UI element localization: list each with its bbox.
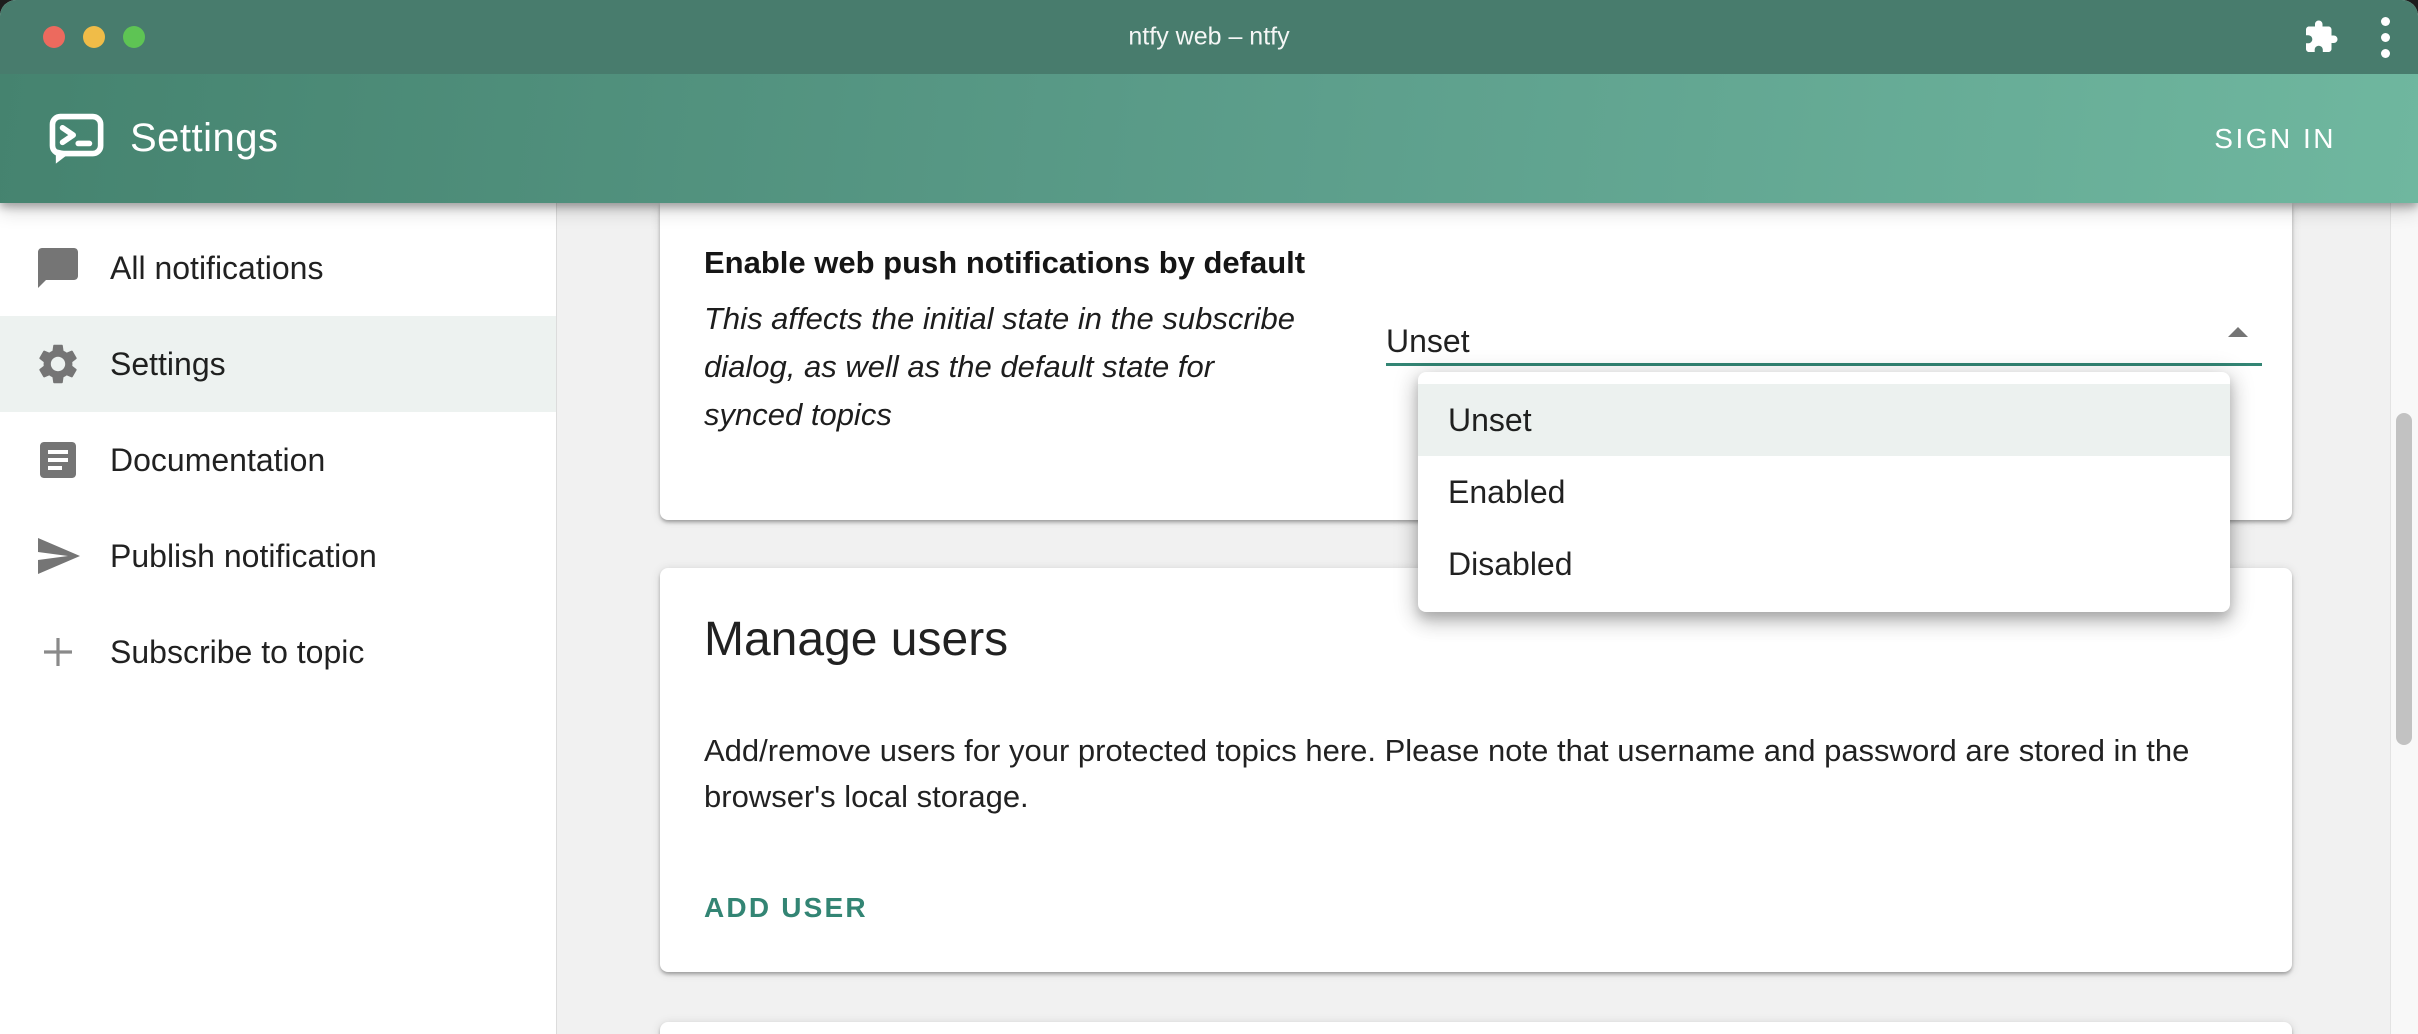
settings-content: Enable web push notifications by default… [558, 203, 2390, 1034]
sidebar-item-label: Subscribe to topic [110, 634, 364, 671]
sidebar-item-all-notifications[interactable]: All notifications [0, 220, 556, 316]
sidebar-item-publish-notification[interactable]: Publish notification [0, 508, 556, 604]
setting-description: This affects the initial state in the su… [704, 295, 1304, 439]
minimize-window-button[interactable] [83, 26, 105, 48]
sidebar-item-label: Publish notification [110, 538, 377, 575]
gear-icon [34, 340, 82, 388]
menu-option-disabled[interactable]: Disabled [1418, 528, 2230, 600]
next-card-partial [660, 1022, 2292, 1034]
window-title: ntfy web – ntfy [1128, 23, 1289, 52]
web-push-default-select[interactable]: Unset [1386, 307, 2262, 365]
select-dropdown-menu: Unset Enabled Disabled [1418, 372, 2230, 612]
traffic-lights [43, 26, 145, 48]
browser-menu-icon[interactable] [2377, 13, 2394, 62]
select-value: Unset [1386, 323, 1470, 360]
close-window-button[interactable] [43, 26, 65, 48]
zoom-window-button[interactable] [123, 26, 145, 48]
sidebar-item-subscribe-to-topic[interactable]: Subscribe to topic [0, 604, 556, 700]
sidebar-item-label: Settings [110, 346, 226, 383]
arrow-drop-up-icon [2214, 309, 2262, 357]
scrollbar-thumb[interactable] [2396, 413, 2412, 745]
sidebar-item-documentation[interactable]: Documentation [0, 412, 556, 508]
card-description: Add/remove users for your protected topi… [704, 728, 2249, 820]
ntfy-logo-icon [48, 111, 104, 167]
page-title: Settings [130, 116, 279, 161]
window-titlebar: ntfy web – ntfy [0, 0, 2418, 74]
article-icon [34, 436, 82, 484]
sidebar-item-label: Documentation [110, 442, 325, 479]
browser-window: ntfy web – ntfy Settings SIGN IN All not… [0, 0, 2418, 1034]
menu-option-enabled[interactable]: Enabled [1418, 456, 2230, 528]
card-title: Manage users [704, 612, 1008, 667]
plus-icon [34, 628, 82, 676]
setting-title: Enable web push notifications by default [704, 245, 1305, 281]
manage-users-card: Manage users Add/remove users for your p… [660, 568, 2292, 972]
extensions-puzzle-icon[interactable] [2303, 19, 2339, 55]
page-scrollbar[interactable] [2390, 203, 2418, 1034]
sidebar-item-settings[interactable]: Settings [0, 316, 556, 412]
chat-bubble-icon [34, 244, 82, 292]
select-focus-underline [1386, 363, 2262, 366]
send-icon [34, 532, 82, 580]
sign-in-button[interactable]: SIGN IN [2196, 109, 2354, 169]
menu-option-unset[interactable]: Unset [1418, 384, 2230, 456]
sidebar-item-label: All notifications [110, 250, 323, 287]
add-user-button[interactable]: ADD USER [690, 880, 882, 936]
app-bar: Settings SIGN IN [0, 74, 2418, 203]
sidebar: All notifications Settings Documentation… [0, 203, 557, 1034]
